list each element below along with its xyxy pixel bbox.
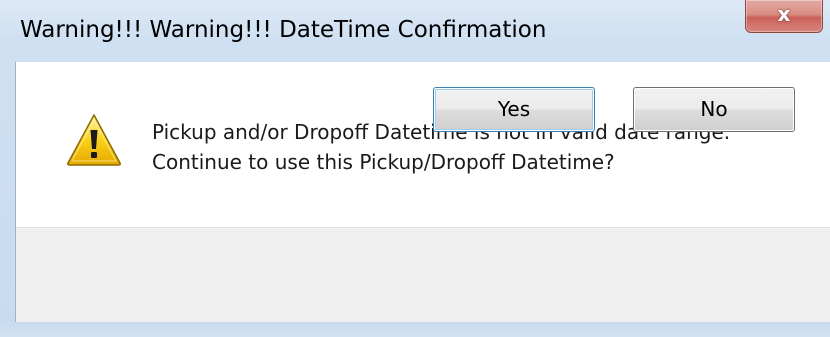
confirmation-dialog: Warning!!! Warning!!! DateTime Confirmat… [0,0,830,337]
window-bottom-border [0,322,830,337]
message-line-2: Continue to use this Pickup/Dropoff Date… [152,150,615,174]
warning-icon [67,114,121,166]
close-button[interactable]: x [745,0,823,33]
button-area [16,227,830,322]
close-icon: x [777,2,791,26]
dialog-title: Warning!!! Warning!!! DateTime Confirmat… [20,17,547,43]
yes-button[interactable]: Yes [433,87,595,132]
no-button[interactable]: No [633,87,795,132]
title-bar[interactable]: Warning!!! Warning!!! DateTime Confirmat… [0,0,830,62]
